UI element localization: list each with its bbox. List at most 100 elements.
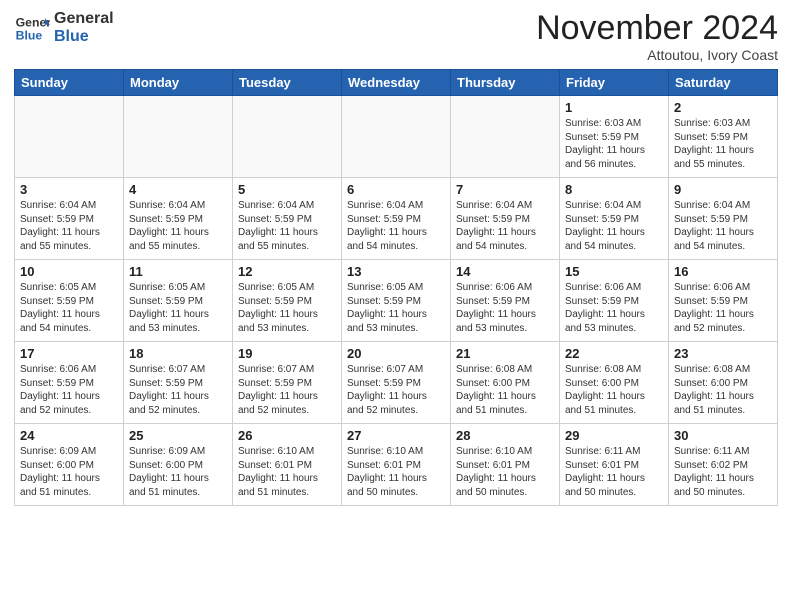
calendar-day-cell: 23 Sunrise: 6:08 AMSunset: 6:00 PMDayligh…: [669, 342, 778, 424]
day-info: Sunrise: 6:07 AMSunset: 5:59 PMDaylight:…: [238, 363, 336, 417]
calendar-day-cell: 3 Sunrise: 6:04 AMSunset: 5:59 PMDaylight…: [15, 178, 124, 260]
day-info: Sunrise: 6:05 AMSunset: 5:59 PMDaylight:…: [347, 281, 445, 335]
calendar-week-row: 3 Sunrise: 6:04 AMSunset: 5:59 PMDaylight…: [15, 178, 778, 260]
calendar-day-cell: 30Sunrise: 6:11 AMSunset: 6:02 PMDayligh…: [669, 424, 778, 506]
day-number: 6: [347, 182, 445, 197]
day-info: Sunrise: 6:05 AMSunset: 5:59 PMDaylight:…: [20, 281, 118, 335]
svg-text:Blue: Blue: [16, 28, 43, 42]
calendar-day-cell: 14Sunrise: 6:06 AMSunset: 5:59 PMDayligh…: [451, 260, 560, 342]
calendar: SundayMondayTuesdayWednesdayThursdayFrid…: [14, 69, 778, 506]
weekday-header-wednesday: Wednesday: [342, 70, 451, 96]
calendar-day-cell: 9Sunrise: 6:04 AMSunset: 5:59 PMDaylight…: [669, 178, 778, 260]
calendar-day-cell: 16 Sunrise: 6:06 AMSunset: 5:59 PMDayligh…: [669, 260, 778, 342]
day-info: Sunrise: 6:03 AMSunset: 5:59 PMDaylight:…: [565, 117, 663, 171]
day-info: Sunrise: 6:06 AMSunset: 5:59 PMDaylight:…: [674, 281, 772, 335]
day-number: 17: [20, 346, 118, 361]
logo: General Blue General Blue: [14, 10, 114, 46]
calendar-day-cell: 26Sunrise: 6:10 AMSunset: 6:01 PMDayligh…: [233, 424, 342, 506]
day-info: Sunrise: 6:04 AMSunset: 5:59 PMDaylight:…: [129, 199, 227, 253]
header: General Blue General Blue November 2024 …: [14, 10, 778, 63]
title-block: November 2024 Attoutou, Ivory Coast: [536, 10, 778, 63]
day-info: Sunrise: 6:11 AMSunset: 6:01 PMDaylight:…: [565, 445, 663, 499]
calendar-header-row: SundayMondayTuesdayWednesdayThursdayFrid…: [15, 70, 778, 96]
calendar-day-cell: 10 Sunrise: 6:05 AMSunset: 5:59 PMDayligh…: [15, 260, 124, 342]
day-info: Sunrise: 6:06 AMSunset: 5:59 PMDaylight:…: [565, 281, 663, 335]
calendar-day-cell: [451, 96, 560, 178]
month-title: November 2024: [536, 10, 778, 47]
page: General Blue General Blue November 2024 …: [0, 0, 792, 612]
day-info: Sunrise: 6:03 AMSunset: 5:59 PMDaylight:…: [674, 117, 772, 171]
day-number: 12: [238, 264, 336, 279]
day-number: 25: [129, 428, 227, 443]
day-number: 14: [456, 264, 554, 279]
calendar-day-cell: [342, 96, 451, 178]
weekday-header-monday: Monday: [124, 70, 233, 96]
location-subtitle: Attoutou, Ivory Coast: [536, 47, 778, 63]
day-number: 20: [347, 346, 445, 361]
day-number: 10: [20, 264, 118, 279]
day-number: 27: [347, 428, 445, 443]
calendar-day-cell: 17 Sunrise: 6:06 AMSunset: 5:59 PMDayligh…: [15, 342, 124, 424]
day-info: Sunrise: 6:04 AMSunset: 5:59 PMDaylight:…: [20, 199, 118, 253]
calendar-day-cell: 13 Sunrise: 6:05 AMSunset: 5:59 PMDayligh…: [342, 260, 451, 342]
calendar-day-cell: 20Sunrise: 6:07 AMSunset: 5:59 PMDayligh…: [342, 342, 451, 424]
weekday-header-thursday: Thursday: [451, 70, 560, 96]
calendar-day-cell: 27 Sunrise: 6:10 AMSunset: 6:01 PMDayligh…: [342, 424, 451, 506]
day-number: 26: [238, 428, 336, 443]
calendar-day-cell: 15 Sunrise: 6:06 AMSunset: 5:59 PMDayligh…: [560, 260, 669, 342]
day-number: 5: [238, 182, 336, 197]
calendar-day-cell: 5 Sunrise: 6:04 AMSunset: 5:59 PMDaylight…: [233, 178, 342, 260]
day-info: Sunrise: 6:09 AMSunset: 6:00 PMDaylight:…: [129, 445, 227, 499]
day-number: 4: [129, 182, 227, 197]
day-info: Sunrise: 6:04 AMSunset: 5:59 PMDaylight:…: [347, 199, 445, 253]
calendar-day-cell: 25 Sunrise: 6:09 AMSunset: 6:00 PMDayligh…: [124, 424, 233, 506]
day-info: Sunrise: 6:08 AMSunset: 6:00 PMDaylight:…: [456, 363, 554, 417]
calendar-day-cell: [233, 96, 342, 178]
day-number: 21: [456, 346, 554, 361]
weekday-header-saturday: Saturday: [669, 70, 778, 96]
day-info: Sunrise: 6:10 AMSunset: 6:01 PMDaylight:…: [347, 445, 445, 499]
weekday-header-friday: Friday: [560, 70, 669, 96]
day-info: Sunrise: 6:08 AMSunset: 6:00 PMDaylight:…: [565, 363, 663, 417]
day-number: 2: [674, 100, 772, 115]
calendar-week-row: 17 Sunrise: 6:06 AMSunset: 5:59 PMDayligh…: [15, 342, 778, 424]
calendar-day-cell: [124, 96, 233, 178]
day-number: 15: [565, 264, 663, 279]
calendar-day-cell: 19Sunrise: 6:07 AMSunset: 5:59 PMDayligh…: [233, 342, 342, 424]
logo-blue-text: Blue: [54, 28, 114, 46]
day-number: 18: [129, 346, 227, 361]
weekday-header-sunday: Sunday: [15, 70, 124, 96]
day-info: Sunrise: 6:04 AMSunset: 5:59 PMDaylight:…: [565, 199, 663, 253]
calendar-day-cell: 28Sunrise: 6:10 AMSunset: 6:01 PMDayligh…: [451, 424, 560, 506]
day-info: Sunrise: 6:05 AMSunset: 5:59 PMDaylight:…: [238, 281, 336, 335]
day-number: 3: [20, 182, 118, 197]
day-number: 8: [565, 182, 663, 197]
day-number: 16: [674, 264, 772, 279]
logo-icon: General Blue: [14, 10, 50, 46]
day-number: 9: [674, 182, 772, 197]
calendar-day-cell: [15, 96, 124, 178]
logo-general-text: General: [54, 10, 114, 28]
day-info: Sunrise: 6:06 AMSunset: 5:59 PMDaylight:…: [20, 363, 118, 417]
calendar-day-cell: 1 Sunrise: 6:03 AMSunset: 5:59 PMDaylight…: [560, 96, 669, 178]
calendar-day-cell: 8 Sunrise: 6:04 AMSunset: 5:59 PMDaylight…: [560, 178, 669, 260]
calendar-day-cell: 2 Sunrise: 6:03 AMSunset: 5:59 PMDaylight…: [669, 96, 778, 178]
day-info: Sunrise: 6:07 AMSunset: 5:59 PMDaylight:…: [129, 363, 227, 417]
day-info: Sunrise: 6:04 AMSunset: 5:59 PMDaylight:…: [238, 199, 336, 253]
calendar-day-cell: 29Sunrise: 6:11 AMSunset: 6:01 PMDayligh…: [560, 424, 669, 506]
calendar-week-row: 1 Sunrise: 6:03 AMSunset: 5:59 PMDaylight…: [15, 96, 778, 178]
day-number: 24: [20, 428, 118, 443]
calendar-day-cell: 7Sunrise: 6:04 AMSunset: 5:59 PMDaylight…: [451, 178, 560, 260]
calendar-day-cell: 18 Sunrise: 6:07 AMSunset: 5:59 PMDayligh…: [124, 342, 233, 424]
day-number: 1: [565, 100, 663, 115]
calendar-day-cell: 12 Sunrise: 6:05 AMSunset: 5:59 PMDayligh…: [233, 260, 342, 342]
calendar-day-cell: 22Sunrise: 6:08 AMSunset: 6:00 PMDayligh…: [560, 342, 669, 424]
calendar-day-cell: 11Sunrise: 6:05 AMSunset: 5:59 PMDayligh…: [124, 260, 233, 342]
day-number: 13: [347, 264, 445, 279]
day-number: 23: [674, 346, 772, 361]
calendar-day-cell: 24Sunrise: 6:09 AMSunset: 6:00 PMDayligh…: [15, 424, 124, 506]
day-info: Sunrise: 6:08 AMSunset: 6:00 PMDaylight:…: [674, 363, 772, 417]
day-info: Sunrise: 6:04 AMSunset: 5:59 PMDaylight:…: [456, 199, 554, 253]
day-info: Sunrise: 6:11 AMSunset: 6:02 PMDaylight:…: [674, 445, 772, 499]
calendar-day-cell: 21 Sunrise: 6:08 AMSunset: 6:00 PMDayligh…: [451, 342, 560, 424]
